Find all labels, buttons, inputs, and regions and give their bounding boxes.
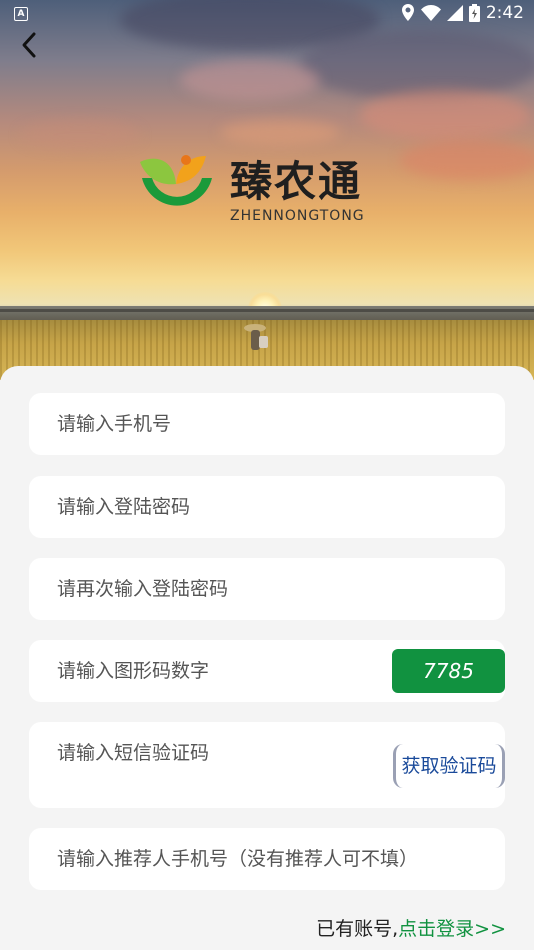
phone-field — [29, 393, 505, 455]
sms-field: 获取验证码 — [29, 722, 505, 808]
location-icon — [401, 4, 414, 21]
cloud — [180, 60, 320, 100]
login-link[interactable]: 点击登录>> — [398, 918, 506, 940]
get-sms-code-button[interactable]: 获取验证码 — [393, 744, 505, 788]
status-bar: A 2:42 — [0, 0, 534, 28]
signal-icon — [446, 5, 463, 21]
clock: 2:42 — [485, 3, 524, 23]
cloud — [20, 120, 140, 150]
password-field — [29, 476, 505, 538]
battery-icon — [468, 4, 480, 22]
phone-input[interactable] — [57, 393, 387, 455]
back-button[interactable] — [14, 28, 46, 62]
password-input[interactable] — [57, 476, 387, 538]
login-prompt: 已有账号,点击登录>> — [316, 914, 506, 941]
sms-code-input[interactable] — [57, 722, 387, 784]
confirm-password-input[interactable] — [57, 558, 387, 620]
logo-title: 臻农通 — [230, 157, 363, 206]
wifi-icon — [420, 5, 441, 21]
leaf-logo-icon — [140, 155, 212, 206]
cloud — [360, 90, 530, 140]
referrer-phone-input[interactable] — [57, 828, 497, 890]
chevron-left-icon — [22, 32, 36, 58]
app-logo: 臻农通 ZHENNONGTONG — [136, 150, 365, 232]
referrer-field — [29, 828, 505, 890]
farmer-figure — [244, 324, 268, 350]
notification-indicator-icon: A — [14, 7, 28, 21]
cloud — [300, 30, 534, 100]
captcha-input[interactable] — [57, 640, 387, 702]
bridge — [0, 309, 534, 312]
captcha-image-button[interactable]: 7785 — [392, 649, 505, 693]
cloud — [400, 140, 534, 180]
login-prompt-text: 已有账号, — [316, 918, 399, 940]
cloud — [220, 120, 340, 145]
confirm-password-field — [29, 558, 505, 620]
status-icons: 2:42 — [401, 3, 524, 23]
captcha-field: 7785 — [29, 640, 505, 702]
logo-subtitle: ZHENNONGTONG — [230, 208, 365, 224]
